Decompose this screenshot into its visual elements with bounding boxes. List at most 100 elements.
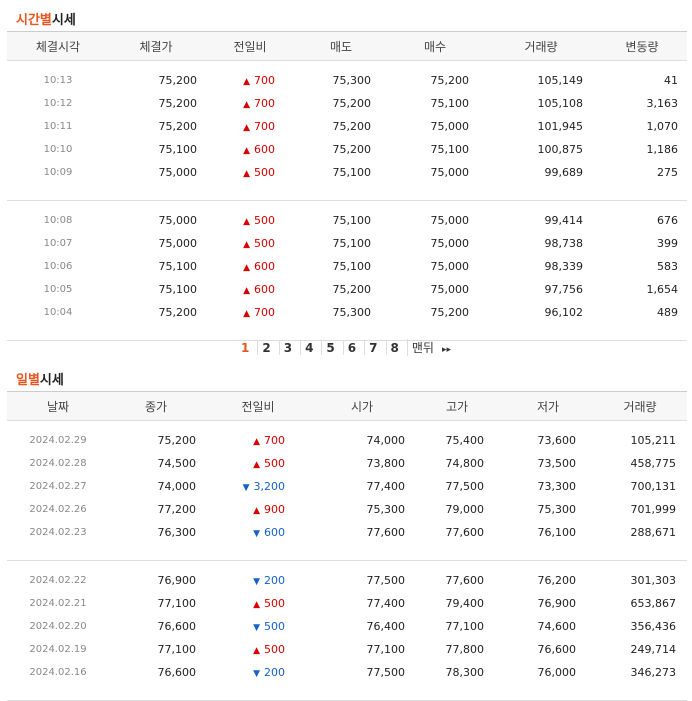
row-label-cell: 10:05 — [43, 283, 73, 295]
value-cell: 76,600 — [157, 619, 197, 633]
triangle-up-icon: ▲ — [253, 505, 260, 516]
value-cell: 101,945 — [537, 119, 584, 133]
value-cell: 41 — [664, 73, 678, 87]
table-row: 10:10 75,100 ▲ 600 75,200 75,100 100,875 1,186 — [7, 138, 687, 161]
value-cell: 346,273 — [630, 665, 677, 679]
change-cell: ▲ 500 — [203, 209, 297, 232]
value-cell: 489 — [657, 305, 678, 319]
row-label-cell: 10:04 — [43, 306, 73, 318]
change-value: 700 — [254, 119, 275, 133]
value-cell: 73,800 — [366, 456, 406, 470]
triangle-down-icon: ▼ — [253, 668, 260, 679]
value-cell: 75,200 — [158, 96, 198, 110]
triangle-up-icon: ▲ — [253, 645, 260, 656]
col-header-price: 체결가 — [109, 31, 203, 61]
change-value: 500 — [264, 596, 285, 610]
col-header-volume: 거래량 — [593, 391, 687, 421]
value-cell: 75,200 — [158, 305, 198, 319]
col-header-delta: 변동량 — [597, 31, 687, 61]
spacer-row — [7, 561, 687, 569]
triangle-up-icon: ▲ — [243, 76, 250, 87]
value-cell: 75,200 — [430, 73, 470, 87]
value-cell: 75,000 — [430, 259, 470, 273]
value-cell: 75,200 — [157, 433, 197, 447]
double-chevron-right-icon: ▸▸ — [441, 345, 451, 355]
col-header-volume: 거래량 — [485, 31, 597, 61]
change-cell: ▲ 700 — [203, 92, 297, 115]
row-label-cell: 10:10 — [43, 143, 73, 155]
row-label-cell: 10:11 — [43, 120, 73, 132]
value-cell: 77,500 — [366, 665, 406, 679]
value-cell: 77,500 — [445, 479, 485, 493]
col-header-close: 종가 — [109, 391, 203, 421]
table-row: 2024.02.23 76,300 ▼ 600 77,600 77,600 76,100 28… — [7, 521, 687, 544]
triangle-up-icon: ▲ — [243, 122, 250, 133]
page-link-4[interactable]: 4 — [300, 341, 317, 355]
row-label-cell: 10:08 — [43, 214, 73, 226]
sep-row — [7, 183, 687, 201]
value-cell: 275 — [657, 165, 678, 179]
value-cell: 676 — [657, 213, 678, 227]
row-label-cell: 10:06 — [43, 260, 73, 272]
triangle-up-icon: ▲ — [253, 436, 260, 447]
value-cell: 75,200 — [332, 282, 372, 296]
row-label-cell: 10:13 — [43, 74, 73, 86]
time-price-table: 체결시각 체결가 전일비 매도 매수 거래량 변동량 10:13 75,200 ▲ 7… — [7, 31, 687, 341]
value-cell: 77,100 — [157, 596, 197, 610]
value-cell: 75,100 — [158, 259, 198, 273]
table-row: 10:04 75,200 ▲ 700 75,300 75,200 96,102 489 — [7, 301, 687, 324]
value-cell: 76,200 — [537, 573, 577, 587]
row-label-cell: 2024.02.22 — [29, 574, 87, 586]
page-link-1[interactable]: 1 — [237, 341, 253, 355]
triangle-down-icon: ▼ — [253, 622, 260, 633]
row-label-cell: 2024.02.21 — [29, 597, 87, 609]
page-link-3[interactable]: 3 — [278, 341, 296, 355]
page-link-2[interactable]: 2 — [257, 341, 274, 355]
table-row: 10:12 75,200 ▲ 700 75,200 75,100 105,108 3,163 — [7, 92, 687, 115]
triangle-up-icon: ▲ — [243, 168, 250, 179]
value-cell: 77,500 — [366, 573, 406, 587]
row-label-cell: 2024.02.23 — [29, 526, 87, 538]
value-cell: 75,200 — [332, 119, 372, 133]
value-cell: 105,149 — [537, 73, 584, 87]
table-row: 2024.02.16 76,600 ▼ 200 77,500 78,300 76,000 34… — [7, 661, 687, 684]
page-link-6[interactable]: 6 — [342, 341, 360, 355]
change-value: 700 — [254, 96, 275, 110]
change-cell: ▼ 3,200 — [203, 475, 313, 498]
value-cell: 75,300 — [537, 502, 577, 516]
value-cell: 75,200 — [332, 96, 372, 110]
value-cell: 100,875 — [537, 142, 584, 156]
change-value: 900 — [264, 502, 285, 516]
page-link-5[interactable]: 5 — [321, 341, 338, 355]
table-row: 2024.02.28 74,500 ▲ 500 73,800 74,800 73,500 45… — [7, 452, 687, 475]
row-label-cell: 10:09 — [43, 166, 73, 178]
change-cell: ▲ 700 — [203, 115, 297, 138]
col-header-change: 전일비 — [203, 391, 313, 421]
value-cell: 75,200 — [332, 142, 372, 156]
table-row: 2024.02.21 77,100 ▲ 500 77,400 79,400 76,900 65… — [7, 592, 687, 615]
page-link-8[interactable]: 8 — [385, 341, 403, 355]
col-header-low: 저가 — [503, 391, 593, 421]
change-cell: ▼ 600 — [203, 521, 313, 544]
value-cell: 79,000 — [445, 502, 485, 516]
value-cell: 105,211 — [630, 433, 677, 447]
table-row: 2024.02.26 77,200 ▲ 900 75,300 79,000 75,300 70… — [7, 498, 687, 521]
value-cell: 653,867 — [630, 596, 677, 610]
time-section-title: 시간별시세 — [16, 13, 76, 28]
triangle-down-icon: ▼ — [253, 528, 260, 539]
pagination: 1 2 3 4 5 6 7 8 맨뒤 ▸▸ — [0, 339, 692, 356]
value-cell: 583 — [657, 259, 678, 273]
value-cell: 75,300 — [332, 305, 372, 319]
value-cell: 76,600 — [537, 642, 577, 656]
value-cell: 77,100 — [445, 619, 485, 633]
value-cell: 97,756 — [544, 282, 584, 296]
col-header-date: 날짜 — [7, 391, 109, 421]
page-link-7[interactable]: 7 — [364, 341, 381, 355]
value-cell: 3,163 — [646, 96, 679, 110]
change-value: 200 — [264, 573, 285, 587]
daily-price-table: 날짜 종가 전일비 시가 고가 저가 거래량 2024.02.29 75,200 ▲… — [7, 391, 687, 701]
change-cell: ▲ 500 — [203, 161, 297, 184]
last-page-link[interactable]: 맨뒤 ▸▸ — [406, 339, 455, 356]
value-cell: 76,400 — [366, 619, 406, 633]
col-header-high: 고가 — [411, 391, 503, 421]
